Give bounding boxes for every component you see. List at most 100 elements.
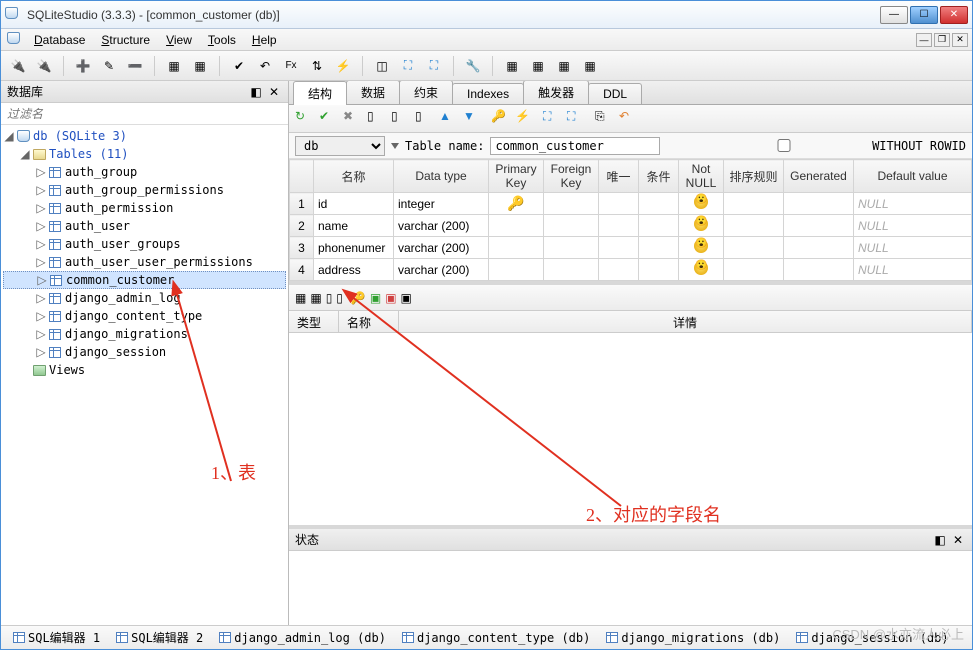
tree-table-item[interactable]: ▷django_content_type (3, 307, 286, 325)
mdi-minimize[interactable]: — (916, 33, 932, 47)
refresh-icon[interactable]: ↻ (295, 109, 315, 129)
edit-table-icon[interactable]: ▦ (189, 55, 211, 77)
tree-table-item[interactable]: ▷django_admin_log (3, 289, 286, 307)
editcol-icon[interactable]: ▯ (391, 109, 411, 129)
bottom-tab[interactable]: django_admin_log (db) (215, 629, 390, 647)
expand2-icon[interactable]: ⛶ (543, 109, 563, 129)
status-close-icon[interactable]: ✕ (950, 532, 966, 548)
app-icon (5, 7, 21, 23)
grid-row[interactable]: 4addressvarchar (200)NULL (290, 259, 972, 281)
minimize-button[interactable]: — (880, 6, 908, 24)
connect-icon[interactable]: 🔌 (7, 55, 29, 77)
fx-icon[interactable]: Fx (280, 55, 302, 77)
layout3-icon[interactable]: ▦ (553, 55, 575, 77)
copy-icon[interactable]: ⎘ (595, 109, 615, 129)
layout4-icon[interactable]: ▦ (579, 55, 601, 77)
wrench-icon[interactable]: 🔧 (462, 55, 484, 77)
tab-0[interactable]: 结构 (293, 81, 347, 105)
tree-table-item[interactable]: ▷auth_group_permissions (3, 181, 286, 199)
menu-view[interactable]: View (158, 31, 200, 49)
c-del-icon[interactable]: ▯ (326, 291, 333, 305)
edit-db-icon[interactable]: ✎ (98, 55, 120, 77)
sidebar: 数据库 ◧ ✕ ◢db (SQLite 3)◢Tables (11)▷auth_… (1, 81, 289, 625)
tree-db[interactable]: ◢db (SQLite 3) (3, 127, 286, 145)
bottom-tab[interactable]: django_migrations (db) (602, 629, 784, 647)
main-toolbar: 🔌 🔌 ➕ ✎ ➖ ▦ ▦ ✔ ↶ Fx ⇅ ⚡ ◫ ⛶ ⛶ 🔧 ▦ ▦ ▦ ▦ (1, 51, 972, 81)
add-db-icon[interactable]: ➕ (72, 55, 94, 77)
tablename-input[interactable] (490, 137, 660, 155)
down-icon[interactable]: ▼ (463, 109, 483, 129)
commit2-icon[interactable]: ✔ (319, 109, 339, 129)
tree-views[interactable]: Views (3, 361, 286, 379)
menu-database[interactable]: Database (26, 31, 93, 49)
tree-table-item[interactable]: ▷auth_user_groups (3, 235, 286, 253)
cube-icon[interactable]: ◫ (371, 55, 393, 77)
filter-input[interactable] (1, 103, 288, 124)
addcol-icon[interactable]: ▯ (367, 109, 387, 129)
c-box2-icon[interactable]: ▣ (385, 291, 396, 305)
tree-table-item[interactable]: ▷auth_user_user_permissions (3, 253, 286, 271)
bottom-tab[interactable]: SQL编辑器 1 (9, 627, 104, 648)
without-rowid-check[interactable]: WITHOUT ROWID (699, 139, 966, 153)
tab-4[interactable]: 触发器 (523, 81, 589, 104)
c-up-icon[interactable]: ▯ (336, 291, 343, 305)
tree-table-item[interactable]: ▷django_migrations (3, 325, 286, 343)
tab-5[interactable]: DDL (588, 83, 642, 104)
tree-table-item[interactable]: ▷common_customer (3, 271, 286, 289)
c-box1-icon[interactable]: ▣ (370, 291, 381, 305)
layout2-icon[interactable]: ▦ (527, 55, 549, 77)
db-select[interactable]: db (295, 136, 385, 156)
mdi-close[interactable]: ✕ (952, 33, 968, 47)
db-tree[interactable]: ◢db (SQLite 3)◢Tables (11)▷auth_group▷au… (1, 125, 288, 625)
table-tabs: 结构数据约束Indexes触发器DDL (289, 81, 972, 105)
tree-table-item[interactable]: ▷auth_permission (3, 199, 286, 217)
tree-table-item[interactable]: ▷django_session (3, 343, 286, 361)
up-icon[interactable]: ▲ (439, 109, 459, 129)
maximize-button[interactable]: ☐ (910, 6, 938, 24)
tree-table-item[interactable]: ▷auth_user (3, 217, 286, 235)
addtrg-icon[interactable]: ⚡ (515, 109, 535, 129)
tree-table-item[interactable]: ▷auth_group (3, 163, 286, 181)
new-table-icon[interactable]: ▦ (163, 55, 185, 77)
sort-icon[interactable]: ⇅ (306, 55, 328, 77)
menu-structure[interactable]: Structure (93, 31, 158, 49)
c-add-icon[interactable]: ▦ (295, 291, 306, 305)
collapse-icon[interactable]: ⛶ (423, 55, 445, 77)
menu-tools[interactable]: Tools (200, 31, 244, 49)
c-box3-icon[interactable]: ▣ (401, 291, 412, 305)
expand-icon[interactable]: ⛶ (397, 55, 419, 77)
mdi-restore[interactable]: ❐ (934, 33, 950, 47)
commit-icon[interactable]: ✔ (228, 55, 250, 77)
layout1-icon[interactable]: ▦ (501, 55, 523, 77)
cancel-icon[interactable]: ✖ (343, 109, 363, 129)
columns-grid[interactable]: 名称Data typePrimary KeyForeign Key唯一条件Not… (289, 159, 972, 281)
tab-2[interactable]: 约束 (399, 81, 453, 104)
undock-icon[interactable]: ◧ (248, 84, 264, 100)
status-title: 状态 (295, 531, 930, 548)
grid-row[interactable]: 2namevarchar (200)NULL (290, 215, 972, 237)
menu-help[interactable]: Help (244, 31, 285, 49)
status-undock-icon[interactable]: ◧ (932, 532, 948, 548)
tree-tables[interactable]: ◢Tables (11) (3, 145, 286, 163)
grid-row[interactable]: 1idinteger🔑NULL (290, 193, 972, 215)
disconnect-icon[interactable]: 🔌 (33, 55, 55, 77)
tab-1[interactable]: 数据 (346, 81, 400, 104)
tab-3[interactable]: Indexes (452, 83, 524, 104)
remove-db-icon[interactable]: ➖ (124, 55, 146, 77)
addidx-icon[interactable]: 🔑 (491, 109, 511, 129)
c-key-icon[interactable]: 🔑 (351, 291, 366, 305)
sidebar-header: 数据库 ◧ ✕ (1, 81, 288, 103)
close-panel-icon[interactable]: ✕ (266, 84, 282, 100)
bottom-tab[interactable]: django_content_type (db) (398, 629, 594, 647)
bottom-tab[interactable]: SQL编辑器 2 (112, 627, 207, 648)
c-edit-icon[interactable]: ▦ (310, 291, 321, 305)
trigger-icon[interactable]: ⚡ (332, 55, 354, 77)
collapse2-icon[interactable]: ⛶ (567, 109, 587, 129)
tablename-row: db Table name: WITHOUT ROWID (289, 133, 972, 159)
undo-icon[interactable]: ↶ (619, 109, 639, 129)
close-button[interactable]: ✕ (940, 6, 968, 24)
grid-row[interactable]: 3phonenumervarchar (200)NULL (290, 237, 972, 259)
rollback-icon[interactable]: ↶ (254, 55, 276, 77)
delcol-icon[interactable]: ▯ (415, 109, 435, 129)
dropdown-icon (391, 143, 399, 149)
